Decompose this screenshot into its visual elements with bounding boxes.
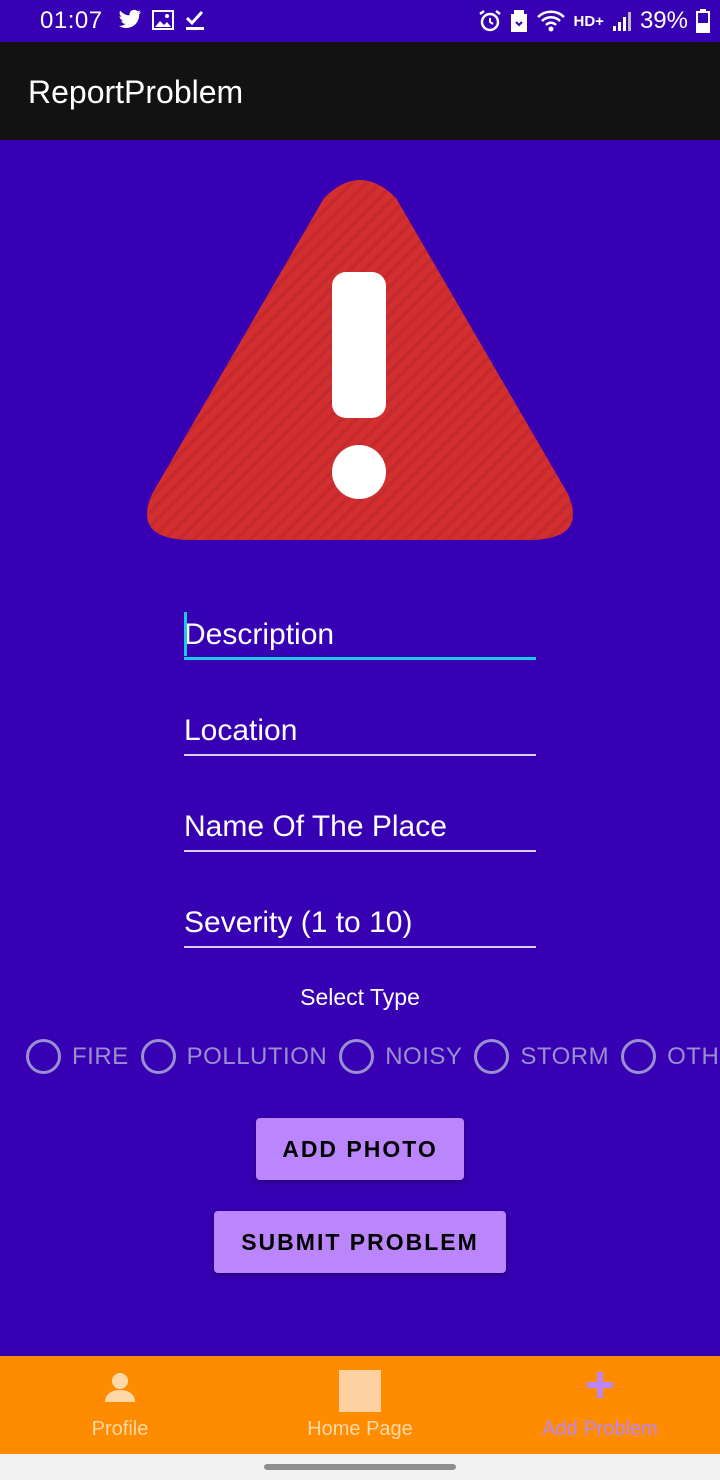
page-title: ReportProblem (28, 74, 244, 110)
nav-item-add-problem[interactable]: Add Problem (480, 1356, 720, 1454)
radio-label: POLLUTION (186, 1042, 328, 1070)
bottom-navigation: Profile Home Page Add Problem (0, 1356, 720, 1454)
severity-input[interactable] (184, 888, 536, 946)
add-photo-button[interactable]: ADD PHOTO (256, 1118, 464, 1180)
place-name-input[interactable] (184, 792, 536, 850)
description-field[interactable] (184, 600, 536, 660)
radio-button[interactable] (474, 1039, 510, 1074)
select-type-label: Select Type (300, 984, 420, 1010)
radio-other[interactable]: OTHER (621, 1039, 720, 1074)
system-gesture-bar (0, 1454, 720, 1480)
severity-field[interactable] (184, 888, 536, 948)
twitter-icon (118, 9, 142, 31)
radio-button[interactable] (621, 1039, 657, 1074)
radio-noisy[interactable]: NOISY (339, 1039, 462, 1074)
battery-icon (696, 9, 710, 33)
alarm-icon (478, 9, 502, 33)
battery-percent: 39% (639, 7, 688, 34)
nav-label: Home Page (307, 1418, 413, 1440)
type-radio-group: FIRE POLLUTION NOISY STORM OTHER (26, 1039, 720, 1074)
plus-icon (585, 1370, 615, 1405)
nav-label: Profile (91, 1418, 149, 1440)
radio-fire[interactable]: FIRE (26, 1039, 129, 1074)
nav-item-profile[interactable]: Profile (0, 1356, 240, 1454)
radio-storm[interactable]: STORM (474, 1039, 609, 1074)
check-icon (184, 9, 206, 31)
location-input[interactable] (184, 696, 536, 754)
radio-button[interactable] (26, 1039, 61, 1074)
location-field[interactable] (184, 696, 536, 756)
radio-button[interactable] (339, 1039, 375, 1074)
submit-problem-button[interactable]: SUBMIT PROBLEM (214, 1211, 506, 1273)
nav-label: Add Problem (542, 1418, 658, 1440)
description-input[interactable] (184, 600, 536, 657)
status-time: 01:07 (40, 7, 103, 34)
status-bar: 01:07 HD+ 39% (0, 0, 720, 42)
home-square-icon (339, 1370, 381, 1417)
person-icon (103, 1370, 137, 1409)
radio-label: OTHER (667, 1042, 720, 1070)
text-cursor (184, 612, 187, 656)
radio-button[interactable] (140, 1039, 176, 1074)
wifi-icon (536, 9, 566, 33)
app-bar: ReportProblem (0, 42, 720, 140)
network-type: HD+ (573, 12, 604, 30)
radio-label: FIRE (72, 1042, 129, 1070)
save-icon (510, 9, 528, 33)
nav-item-home[interactable]: Home Page (240, 1356, 480, 1454)
signal-icon (612, 10, 632, 32)
radio-label: STORM (520, 1042, 610, 1070)
radio-label: NOISY (385, 1042, 463, 1070)
warning-triangle-icon (144, 176, 576, 544)
home-handle[interactable] (264, 1464, 456, 1470)
radio-pollution[interactable]: POLLUTION (140, 1039, 328, 1074)
image-icon (152, 9, 174, 31)
place-name-field[interactable] (184, 792, 536, 852)
